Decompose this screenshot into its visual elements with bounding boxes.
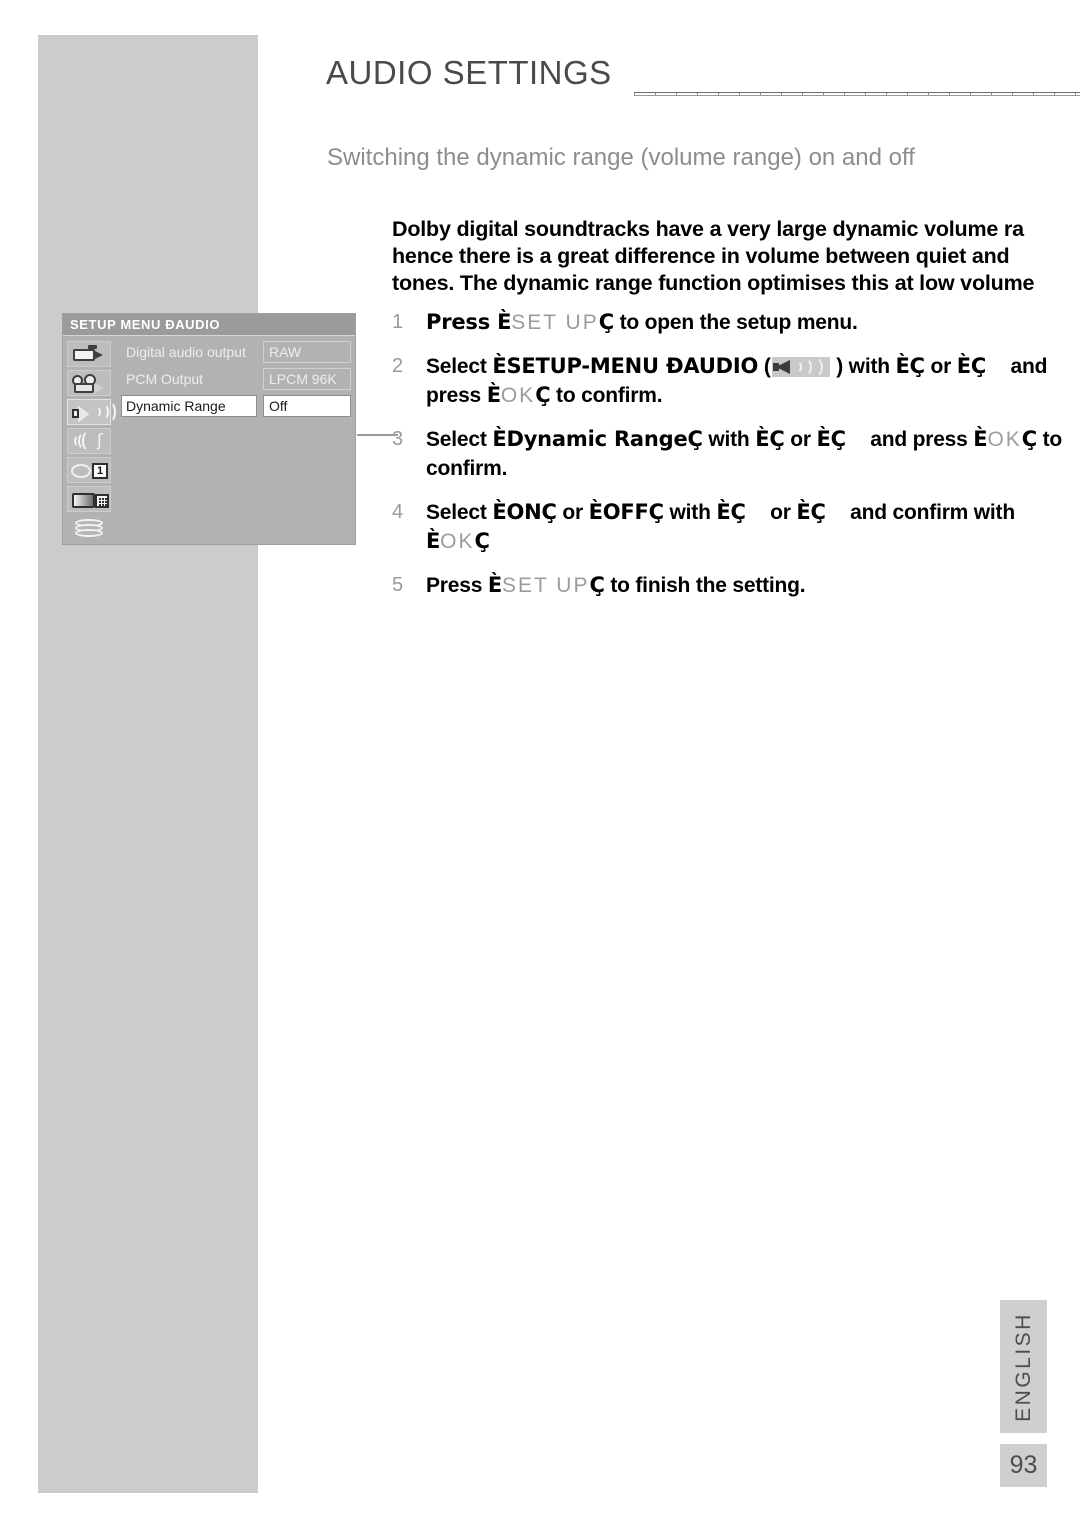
osd-row-value[interactable]: RAW xyxy=(263,341,351,363)
option-label-off: ÈOFFÇ xyxy=(588,500,665,524)
osd-title-bar: SETUP MENU ÐAUDIO xyxy=(63,314,355,336)
step-text-segment: Select xyxy=(426,501,493,524)
step-text: Press ÈSET UPÇ to open the setup menu. xyxy=(426,308,1080,337)
step-text: Press ÈSET UPÇ to finish the setting. xyxy=(426,571,1080,600)
quote-open-glyph: È xyxy=(486,383,501,407)
keycap-label: SET UP xyxy=(502,574,590,597)
osd-row-label: Digital audio output xyxy=(126,344,246,360)
arrow-glyph: Ç xyxy=(810,500,826,524)
osd-setup-menu: SETUP MENU ÐAUDIO ʃ 1 Digital audio outp… xyxy=(62,313,356,545)
step-text-segment: or xyxy=(556,501,589,524)
disc-stack-icon[interactable] xyxy=(67,515,111,541)
section-subheading: Switching the dynamic range (volume rang… xyxy=(327,144,915,171)
osd-row-label: PCM Output xyxy=(126,371,204,387)
osd-icon-column: ʃ 1 xyxy=(67,341,116,541)
step-text-segment: or xyxy=(784,428,817,451)
step-text-segment: ) with xyxy=(830,355,896,378)
arrow-glyph: Ç xyxy=(830,427,846,451)
step-text-segment: or xyxy=(764,501,797,524)
quote-open-glyph: È xyxy=(487,573,503,597)
speaker-icon[interactable] xyxy=(67,399,116,425)
osd-row-list: Digital audio output RAW PCM Output LPCM… xyxy=(113,341,351,541)
osd-row-label: Dynamic Range xyxy=(121,395,257,417)
step-number: 5 xyxy=(392,574,404,596)
instruction-step: 3 Select ÈDynamic RangeÇ with ÈÇ or ÈÇ a… xyxy=(392,425,1080,483)
disc-preference-icon[interactable]: 1 xyxy=(67,457,111,483)
step-text-segment: Press xyxy=(426,574,488,597)
preference-card-number: 1 xyxy=(92,463,108,479)
instruction-step-list: 1 Press ÈSET UPÇ to open the setup menu.… xyxy=(392,308,1080,615)
arrow-glyph: Ç xyxy=(909,354,925,378)
step-text-segment: and press xyxy=(864,428,974,451)
arrow-glyph: È xyxy=(956,354,971,378)
page-number: 93 xyxy=(1000,1444,1047,1487)
osd-row-dynamic-range[interactable]: Dynamic Range Off xyxy=(121,395,351,417)
step-text-segment: with xyxy=(702,428,756,451)
page-title: AUDIO SETTINGS xyxy=(326,54,612,91)
step-text-segment: to confirm. xyxy=(550,384,663,407)
quote-open-glyph: È xyxy=(497,310,512,334)
step-text-segment: Select xyxy=(426,428,493,451)
keycap-label: SET UP xyxy=(511,311,599,334)
step-text-segment: Press xyxy=(426,310,498,334)
step-text: Select ÈDynamic RangeÇ with ÈÇ or ÈÇ and… xyxy=(426,425,1080,483)
arrow-glyph: È xyxy=(755,427,770,451)
speaker-icon xyxy=(771,355,830,379)
step-text-segment: ( xyxy=(758,355,771,378)
left-margin-block xyxy=(38,35,258,1493)
step-number: 4 xyxy=(392,501,404,523)
instruction-step: 5 Press ÈSET UPÇ to finish the setting. xyxy=(392,571,1080,600)
arrow-glyph: È xyxy=(796,500,811,524)
step-text-segment: to finish the setting. xyxy=(604,574,806,597)
menu-path-label: ÈSETUP-MENU ÐAUDIO xyxy=(492,354,759,378)
step-number: 3 xyxy=(392,428,404,450)
title-underline-rule xyxy=(634,92,1080,96)
arrow-glyph: È xyxy=(716,500,731,524)
option-label-on: ÈONÇ xyxy=(492,500,557,524)
language-tab: ENGLISH xyxy=(1000,1300,1047,1433)
sound-waves-icon[interactable]: ʃ xyxy=(67,428,111,454)
osd-row-value[interactable]: LPCM 96K xyxy=(263,368,351,390)
quote-close-glyph: Ç xyxy=(474,529,490,553)
instruction-step: 2 Select ÈSETUP-MENU ÐAUDIO ( ) with ÈÇ … xyxy=(392,352,1080,410)
osd-row-pcm-output[interactable]: PCM Output LPCM 96K xyxy=(121,368,351,390)
quote-close-glyph: Ç xyxy=(1021,427,1037,451)
arrow-glyph: Ç xyxy=(769,427,785,451)
step-text-segment: or xyxy=(924,355,957,378)
keycap-label: OK xyxy=(987,428,1022,451)
quote-close-glyph: Ç xyxy=(598,310,614,334)
quote-close-glyph: Ç xyxy=(535,383,551,407)
quote-open-glyph: È xyxy=(426,529,441,553)
step-text-segment: and confirm with xyxy=(844,501,1015,524)
arrow-glyph: Ç xyxy=(970,354,987,378)
arrow-glyph: È xyxy=(895,354,910,378)
quote-open-glyph: È xyxy=(973,427,988,451)
step-text: Select ÈSETUP-MENU ÐAUDIO ( ) with ÈÇ or… xyxy=(426,352,1080,410)
osd-body: ʃ 1 Digital audio output RAW PCM Output … xyxy=(63,336,355,545)
step-number: 2 xyxy=(392,355,404,377)
step-text: Select ÈONÇ or ÈOFFÇ with ÈÇ or ÈÇ and c… xyxy=(426,498,1080,556)
step-text-segment: with xyxy=(663,501,717,524)
step-number: 1 xyxy=(392,311,404,333)
step-text-segment: Select xyxy=(426,355,493,378)
camcorder-icon[interactable] xyxy=(67,341,111,367)
osd-row-digital-audio-output[interactable]: Digital audio output RAW xyxy=(121,341,351,363)
instruction-step: 1 Press ÈSET UPÇ to open the setup menu. xyxy=(392,308,1080,337)
menu-item-label: ÈDynamic RangeÇ xyxy=(492,427,703,451)
osd-row-value[interactable]: Off xyxy=(263,395,351,417)
language-tab-label: ENGLISH xyxy=(1011,1311,1035,1422)
quote-close-glyph: Ç xyxy=(589,573,605,597)
arrow-glyph: Ç xyxy=(730,500,746,524)
keycap-label: OK xyxy=(440,530,475,553)
arrow-glyph: È xyxy=(816,427,831,451)
parental-lock-icon[interactable] xyxy=(67,486,111,512)
intro-paragraph: Dolby digital soundtracks have a very la… xyxy=(392,217,1035,295)
keycap-label: OK xyxy=(500,384,536,407)
film-projector-icon[interactable] xyxy=(67,370,111,396)
instruction-step: 4 Select ÈONÇ or ÈOFFÇ with ÈÇ or ÈÇ and… xyxy=(392,498,1080,556)
step-text-segment: to open the setup menu. xyxy=(613,311,858,334)
